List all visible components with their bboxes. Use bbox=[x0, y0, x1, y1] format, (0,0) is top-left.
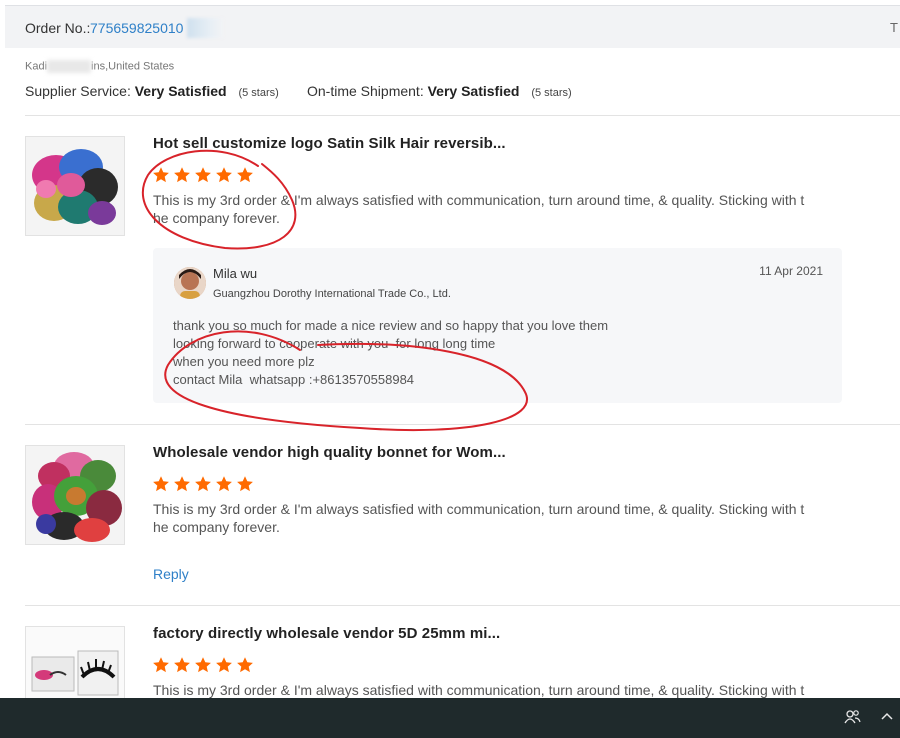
reply-author-name: Mila wu bbox=[213, 266, 258, 281]
divider bbox=[25, 605, 900, 606]
star-icon bbox=[153, 167, 169, 183]
shipment-value: Very Satisfied bbox=[427, 83, 520, 99]
order-header-edge-text: T bbox=[890, 20, 898, 35]
buyer-info: Kadi ins,United States bbox=[25, 60, 174, 73]
star-icon bbox=[195, 657, 211, 673]
star-rating bbox=[152, 656, 254, 674]
product-title[interactable]: factory directly wholesale vendor 5D 25m… bbox=[153, 625, 500, 642]
supplier-service-stars: (5 stars) bbox=[238, 87, 279, 99]
reply-line: thank you so much for made a nice review… bbox=[173, 318, 609, 333]
product-thumbnail-bonnets[interactable] bbox=[25, 445, 125, 545]
star-icon bbox=[195, 476, 211, 492]
star-icon bbox=[195, 167, 211, 183]
reply-line: when you need more plz bbox=[173, 354, 315, 369]
order-label: Order No.: bbox=[25, 20, 91, 36]
shipment-stars: (5 stars) bbox=[531, 87, 572, 99]
product-thumbnail-bonnets[interactable] bbox=[25, 136, 125, 236]
product-title[interactable]: Wholesale vendor high quality bonnet for… bbox=[153, 444, 506, 461]
supplier-reply: Mila wu Guangzhou Dorothy International … bbox=[153, 248, 842, 403]
order-number-link[interactable]: 775659825010 bbox=[90, 20, 183, 36]
star-icon bbox=[216, 167, 232, 183]
divider bbox=[25, 115, 900, 116]
review-page: Order No.: 775659825010 T Kadi ins,United… bbox=[0, 0, 900, 738]
order-header: Order No.: 775659825010 T bbox=[5, 5, 900, 48]
star-icon bbox=[174, 476, 190, 492]
buyer-name-start: Kadi bbox=[25, 60, 48, 73]
star-icon bbox=[174, 167, 190, 183]
star-icon bbox=[237, 476, 253, 492]
star-icon bbox=[174, 657, 190, 673]
redacted-order-digits bbox=[187, 18, 223, 38]
people-icon[interactable] bbox=[843, 708, 861, 726]
divider bbox=[25, 424, 900, 425]
shipment-label: On-time Shipment: bbox=[307, 83, 424, 99]
reply-line: contact Mila whatsapp :+8613570558984 bbox=[173, 372, 415, 387]
star-icon bbox=[216, 657, 232, 673]
redacted-buyer-name bbox=[47, 60, 92, 73]
star-icon bbox=[153, 476, 169, 492]
review-text: This is my 3rd order & I'm always satisf… bbox=[153, 501, 805, 535]
shipment-rating: On-time Shipment: Very Satisfied (5 star… bbox=[307, 83, 572, 99]
star-icon bbox=[153, 657, 169, 673]
buyer-name-end: ins,United States bbox=[91, 60, 175, 73]
star-icon bbox=[237, 657, 253, 673]
supplier-service-label: Supplier Service: bbox=[25, 83, 131, 99]
reply-date: 11 Apr 2021 bbox=[759, 264, 823, 278]
star-rating bbox=[152, 166, 254, 184]
reply-button[interactable]: Reply bbox=[153, 566, 189, 582]
reply-text: thank you so much for made a nice review… bbox=[173, 317, 773, 389]
star-rating bbox=[152, 475, 254, 493]
reply-line: looking forward to cooperate with you fo… bbox=[173, 336, 496, 351]
product-title[interactable]: Hot sell customize logo Satin Silk Hair … bbox=[153, 135, 506, 152]
chevron-up-icon[interactable] bbox=[878, 708, 896, 726]
taskbar bbox=[0, 698, 900, 738]
avatar bbox=[174, 267, 206, 299]
star-icon bbox=[237, 167, 253, 183]
star-icon bbox=[216, 476, 232, 492]
supplier-service-value: Very Satisfied bbox=[134, 83, 227, 99]
reply-company: Guangzhou Dorothy International Trade Co… bbox=[213, 288, 451, 300]
review-text: This is my 3rd order & I'm always satisf… bbox=[153, 192, 805, 226]
supplier-service-rating: Supplier Service: Very Satisfied (5 star… bbox=[25, 83, 279, 99]
